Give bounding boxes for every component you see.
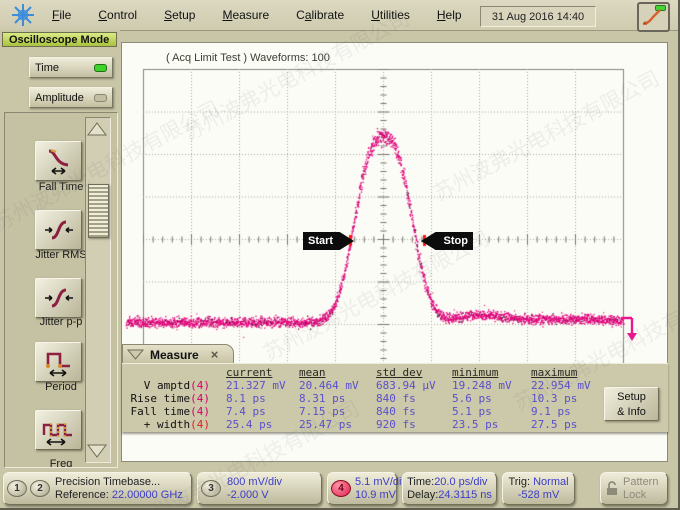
sidebar-scrollbar[interactable] — [85, 117, 111, 463]
cell: 920 fs — [376, 418, 452, 431]
cell: 5.6 ps — [452, 392, 531, 405]
measure-tab[interactable]: Measure × — [122, 344, 234, 364]
time-delay-button[interactable]: Time:20.0 ps/div Delay:24.3115 ns — [402, 472, 497, 505]
oscilloscope-screen: File Control Setup Measure Calibrate Uti… — [0, 0, 680, 510]
freq-button[interactable] — [35, 410, 82, 450]
collapse-triangle-icon[interactable] — [127, 349, 144, 360]
channel-1-badge[interactable]: 1 — [7, 480, 27, 497]
trigger-button[interactable]: Trig: Normal -528 mV — [502, 472, 575, 505]
cell: 5.1 ps — [452, 405, 531, 418]
col-header-stddev: std dev — [376, 366, 452, 379]
close-icon[interactable]: × — [211, 347, 219, 362]
measure-table: current mean std dev minimum maximum V a… — [122, 366, 591, 431]
menu-bar: File Control Setup Measure Calibrate Uti… — [0, 0, 680, 31]
menu-file[interactable]: File — [52, 8, 71, 22]
channel-2-badge[interactable]: 2 — [30, 480, 50, 497]
datetime-display: 31 Aug 2016 14:40 — [480, 6, 596, 27]
jitter-rms-icon — [42, 215, 76, 245]
cell: 19.248 mV — [452, 379, 531, 392]
pattern-lock-button[interactable]: Pattern Lock — [600, 472, 668, 505]
time-led-icon — [94, 64, 107, 72]
scroll-up-icon[interactable] — [87, 121, 107, 137]
cell: 840 fs — [376, 392, 452, 405]
measure-tab-title: Measure — [150, 348, 199, 362]
row-label-poswidth: + width(4) — [122, 418, 226, 431]
cell: 8.1 ps — [226, 392, 299, 405]
cell: 8.31 ps — [299, 392, 376, 405]
dropdown-amplitude[interactable]: Amplitude — [29, 87, 113, 108]
jitter-pp-button[interactable] — [35, 278, 82, 318]
menu-help[interactable]: Help — [437, 8, 462, 22]
col-header-mean: mean — [299, 366, 376, 379]
cell: 683.94 μV — [376, 379, 452, 392]
amplitude-led-icon — [94, 94, 107, 102]
col-header-minimum: minimum — [452, 366, 531, 379]
cell: 10.3 ps — [531, 392, 591, 405]
measure-panel: Measure × current mean std dev minimum m… — [122, 344, 668, 431]
cell: 25.47 ps — [299, 418, 376, 431]
channel-4-button[interactable]: 4 5.1 mV/div 10.9 mV — [327, 472, 397, 505]
fall-time-icon — [42, 146, 76, 176]
scroll-down-icon[interactable] — [87, 443, 107, 459]
cell: 7.4 ps — [226, 405, 299, 418]
mode-dropdown-time[interactable]: Time — [29, 57, 113, 78]
cell: 7.15 ps — [299, 405, 376, 418]
cell: 25.4 ps — [226, 418, 299, 431]
cell: 21.327 mV — [226, 379, 299, 392]
channel-3-badge[interactable]: 3 — [201, 480, 221, 497]
menu-control[interactable]: Control — [98, 8, 137, 22]
lock-icon — [605, 481, 619, 497]
cell: 20.464 mV — [299, 379, 376, 392]
row-label-risetime: Rise time(4) — [122, 392, 226, 405]
cell: 23.5 ps — [452, 418, 531, 431]
freq-icon — [41, 414, 77, 446]
mode-header: Oscilloscope Mode — [2, 32, 117, 47]
channel-3-button[interactable]: 3 800 mV/div -2.000 V — [197, 472, 322, 505]
scrollbar-thumb[interactable] — [88, 184, 109, 238]
menu-measure[interactable]: Measure — [222, 8, 269, 22]
setup-info-button[interactable]: Setup & Info — [604, 387, 659, 421]
measure-tool-panel: Fall Time Jitter RMS Jitter p-p — [4, 112, 118, 468]
agilent-spark-logo — [8, 2, 38, 28]
menu-utilities[interactable]: Utilities — [371, 8, 410, 22]
jitter-pp-icon — [42, 283, 76, 313]
row-label-falltime: Fall time(4) — [122, 405, 226, 418]
cell: 840 fs — [376, 405, 452, 418]
cell: 22.954 mV — [531, 379, 591, 392]
cell: 27.5 ps — [531, 418, 591, 431]
fall-time-button[interactable] — [35, 141, 82, 181]
sidebar: Oscilloscope Mode Time Amplitude Fall Ti… — [0, 30, 120, 470]
menu-calibrate[interactable]: Calibrate — [296, 8, 344, 22]
timebase-button[interactable]: 1 2 Precision Timebase... Reference: 22.… — [3, 472, 192, 505]
row-label-vamptd: V amptd(4) — [122, 379, 226, 392]
measure-panel-body: current mean std dev minimum maximum V a… — [122, 363, 668, 432]
jitter-rms-button[interactable] — [35, 210, 82, 250]
col-header-maximum: maximum — [531, 366, 591, 379]
period-button[interactable] — [35, 342, 82, 382]
col-header-current: current — [226, 366, 299, 379]
channel-4-badge[interactable]: 4 — [331, 480, 351, 497]
status-bar: 1 2 Precision Timebase... Reference: 22.… — [0, 470, 680, 510]
period-icon — [42, 346, 76, 378]
menu-setup[interactable]: Setup — [164, 8, 195, 22]
acquisition-run-button[interactable] — [637, 2, 670, 32]
cell: 9.1 ps — [531, 405, 591, 418]
run-pen-icon — [640, 7, 665, 27]
waveform-end-marker-icon — [620, 314, 642, 342]
